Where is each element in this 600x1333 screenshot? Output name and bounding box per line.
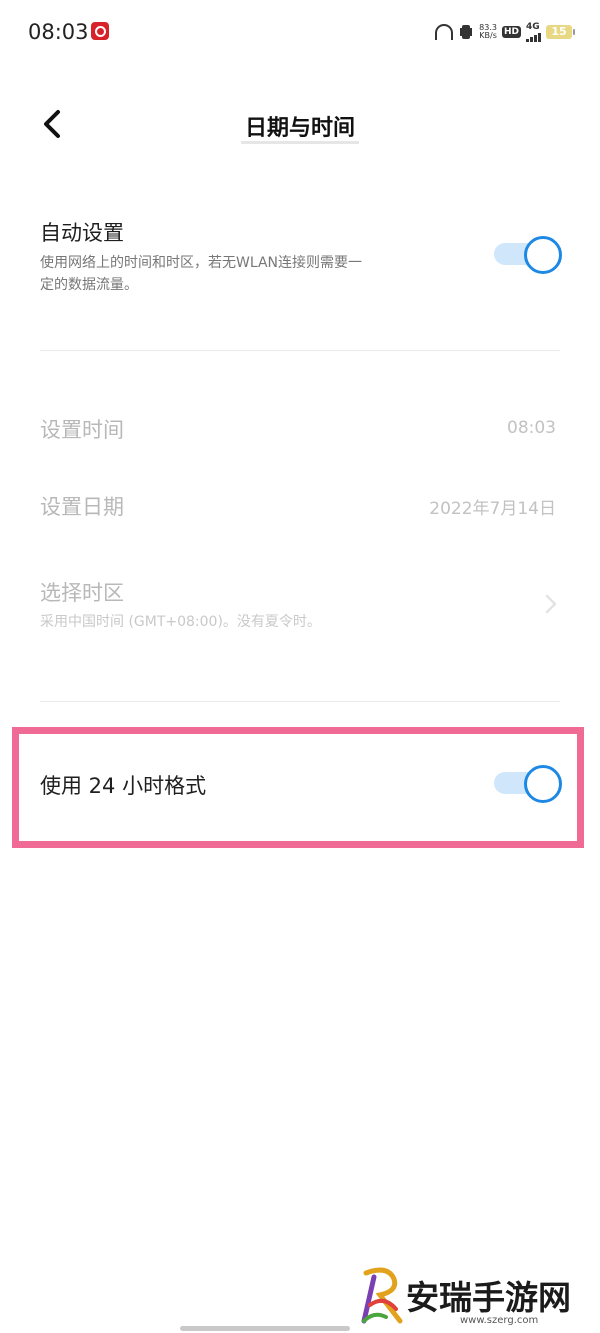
time-zone-title: 选择时区 xyxy=(40,581,124,605)
net-speed-unit: KB/s xyxy=(479,31,497,40)
set-date-title: 设置日期 xyxy=(40,495,124,519)
divider xyxy=(40,350,560,351)
signal-icon: 4G xyxy=(526,21,541,42)
auto-set-desc-line1: 使用网络上的时间和时区，若无WLAN连接则需要一 xyxy=(40,255,363,271)
signal-bars xyxy=(526,32,541,42)
vibrate-icon xyxy=(462,25,471,39)
highlight-frame xyxy=(12,727,584,848)
netease-music-icon xyxy=(91,22,109,40)
toggle-knob xyxy=(524,236,562,274)
status-icons: 83.3 KB/s HD 4G 15 xyxy=(435,20,575,44)
net-speed: 83.3 KB/s xyxy=(479,24,497,40)
home-indicator[interactable] xyxy=(180,1326,350,1331)
set-time-title: 设置时间 xyxy=(40,418,124,442)
status-time: 08:03 xyxy=(28,20,89,44)
watermark-logo xyxy=(361,1267,403,1324)
auto-set-title: 自动设置 xyxy=(40,221,124,245)
set-time-value: 08:03 xyxy=(507,418,556,438)
chevron-right-icon xyxy=(545,594,557,614)
battery-icon: 15 xyxy=(546,25,575,39)
page-title: 日期与时间 xyxy=(244,116,355,141)
time-zone-desc: 采用中国时间 (GMT+08:00)。没有夏令时。 xyxy=(40,614,321,630)
network-type: 4G xyxy=(526,21,540,32)
watermark: 安瑞手游网 www.szerg.com xyxy=(360,1265,600,1333)
hd-badge: HD xyxy=(501,26,521,38)
divider xyxy=(40,701,560,702)
auto-set-toggle[interactable] xyxy=(494,234,562,274)
headphone-icon xyxy=(435,24,454,40)
set-date-value: 2022年7月14日 xyxy=(429,499,556,519)
auto-set-desc-line2: 定的数据流量。 xyxy=(40,277,138,293)
status-bar: 08:03 83.3 KB/s HD 4G 15 xyxy=(0,0,600,64)
watermark-text: 安瑞手游网 xyxy=(406,1278,571,1317)
title-underline xyxy=(241,141,359,144)
watermark-url: www.szerg.com xyxy=(460,1315,539,1326)
